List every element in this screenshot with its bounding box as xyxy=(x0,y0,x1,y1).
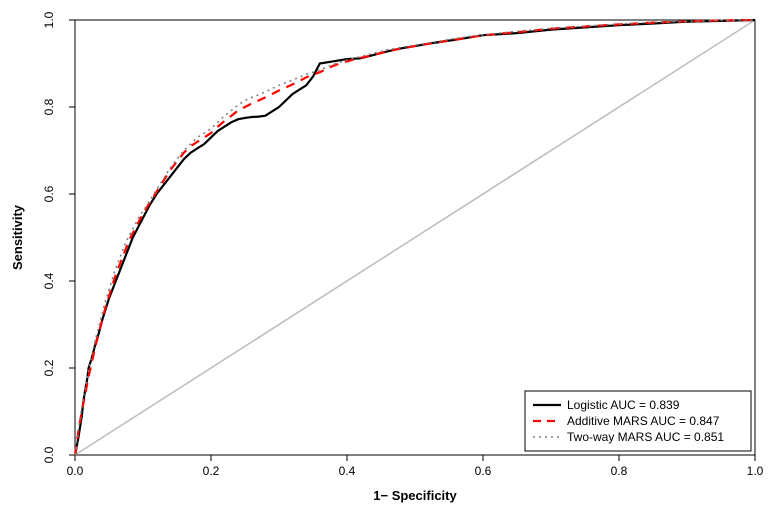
x-tick-label: 0.6 xyxy=(475,464,492,478)
x-axis-label: 1− Specificity xyxy=(373,488,457,503)
legend-label: Logistic AUC = 0.839 xyxy=(567,398,680,412)
diagonal-line xyxy=(75,20,755,455)
y-tick-label: 0.6 xyxy=(42,185,56,202)
x-tick-label: 1.0 xyxy=(747,464,764,478)
x-tick-label: 0.2 xyxy=(203,464,220,478)
y-tick-label: 1.0 xyxy=(42,11,56,28)
x-tick-label: 0.8 xyxy=(611,464,628,478)
legend-label: Two-way MARS AUC = 0.851 xyxy=(567,430,724,444)
roc-chart: 0.0 0.2 0.4 0.6 0.8 1.0 0.0 0.2 0.4 0.6 0.8 1.0 1− S… xyxy=(0,0,775,521)
y-axis-label: Sensitivity xyxy=(10,204,25,270)
legend-label: Additive MARS AUC = 0.847 xyxy=(567,414,720,428)
y-tick-label: 0.4 xyxy=(42,272,56,289)
roc-svg: 0.0 0.2 0.4 0.6 0.8 1.0 0.0 0.2 0.4 0.6 0.8 1.0 1− S… xyxy=(0,0,775,521)
y-tick-label: 0.2 xyxy=(42,359,56,376)
y-tick-label: 0.0 xyxy=(42,446,56,463)
y-tick-label: 0.8 xyxy=(42,98,56,115)
x-tick-label: 0.0 xyxy=(67,464,84,478)
x-tick-label: 0.4 xyxy=(339,464,356,478)
